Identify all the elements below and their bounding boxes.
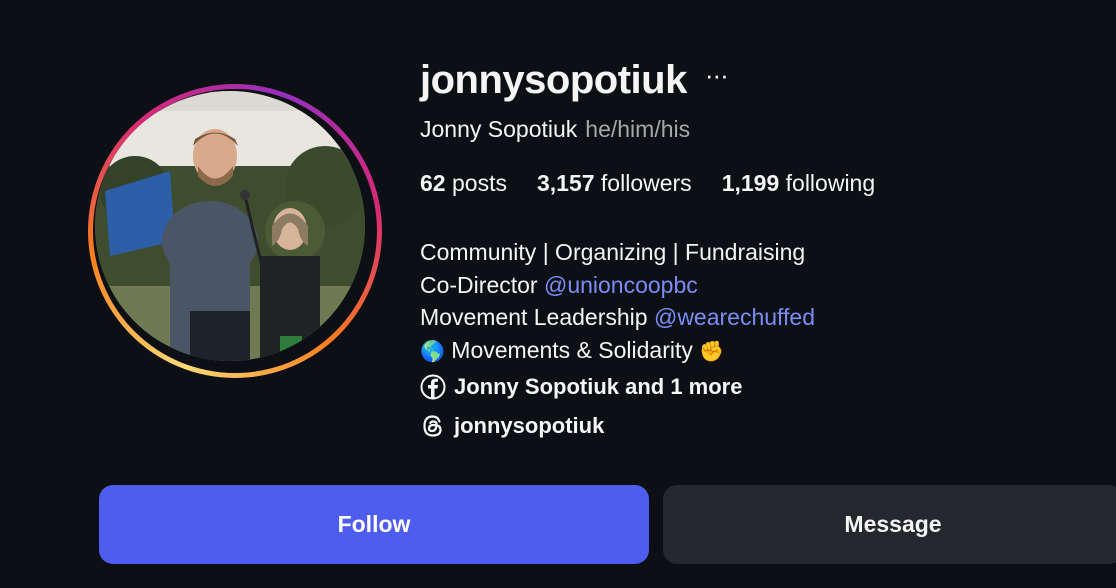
bio-text: Co-Director xyxy=(420,271,544,298)
facebook-link-text: Jonny Sopotiuk and 1 more xyxy=(454,374,743,399)
stats-row: 62 posts 3,157 followers 1,199 following xyxy=(420,170,875,197)
facebook-link[interactable]: Jonny Sopotiuk and 1 more xyxy=(420,374,742,400)
bio-line: Movement Leadership @wearechuffed xyxy=(420,301,815,334)
threads-link-text: jonnysopotiuk xyxy=(454,413,605,438)
follow-button[interactable]: Follow xyxy=(99,485,649,564)
globe-emoji: 🌎 xyxy=(420,338,445,363)
followers-count: 3,157 xyxy=(536,170,595,196)
more-options-icon[interactable]: ··· xyxy=(705,62,729,88)
message-button-label: Message xyxy=(844,511,942,537)
bio-text: Movement Leadership xyxy=(420,304,654,331)
profile-page: jonnysopotiuk ··· Jonny Sopotiuk he/him/h… xyxy=(0,0,1116,588)
bio-text: Movements & Solidarity xyxy=(444,336,700,363)
follow-button-label: Follow xyxy=(337,511,411,537)
threads-link[interactable]: jonnysopotiuk xyxy=(420,413,604,439)
name-row: Jonny Sopotiuk he/him/his xyxy=(420,116,690,143)
message-button[interactable]: Message xyxy=(663,485,1116,564)
following-count: 1,199 xyxy=(721,170,780,196)
mention-link[interactable]: @unioncoopbc xyxy=(544,272,698,298)
threads-icon xyxy=(423,415,442,437)
bio-line: Co-Director @unioncoopbc xyxy=(420,269,815,302)
posts-count: 62 xyxy=(420,170,446,196)
posts-stat: 62 posts xyxy=(420,170,507,197)
full-name: Jonny Sopotiuk xyxy=(420,116,578,142)
fist-emoji: ✊ xyxy=(699,338,725,363)
username: jonnysopotiuk xyxy=(420,57,687,102)
posts-label: posts xyxy=(451,170,507,196)
following-label: following xyxy=(785,170,876,196)
bio-line: 🌎 Movements & Solidarity ✊ xyxy=(420,334,815,368)
mention-link[interactable]: @wearechuffed xyxy=(654,304,815,330)
facebook-icon xyxy=(420,374,446,400)
story-ring[interactable] xyxy=(88,84,382,378)
username-row: jonnysopotiuk ··· xyxy=(420,57,729,102)
followers-label: followers xyxy=(600,170,692,196)
following-stat[interactable]: 1,199 following xyxy=(722,170,875,197)
followers-stat[interactable]: 3,157 followers xyxy=(537,170,692,197)
avatar[interactable] xyxy=(95,91,365,361)
pronouns: he/him/his xyxy=(585,116,691,142)
bio: Community | Organizing | Fundraising Co-… xyxy=(420,236,815,367)
bio-line: Community | Organizing | Fundraising xyxy=(420,239,806,265)
avatar-photo xyxy=(95,91,365,361)
